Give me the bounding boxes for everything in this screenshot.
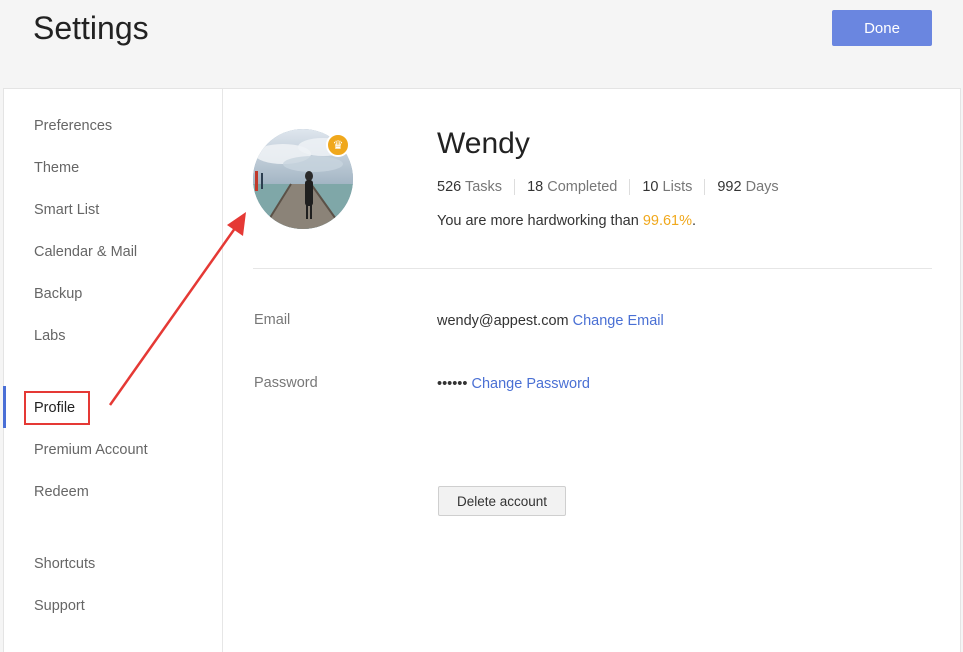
header: Settings Done — [0, 0, 963, 88]
sidebar-item-preferences[interactable]: Preferences — [34, 118, 112, 134]
done-button[interactable]: Done — [832, 10, 932, 46]
sidebar-item-redeem[interactable]: Redeem — [34, 484, 89, 500]
profile-content: ♛ Wendy 526 Tasks 18 Completed 10 Lists … — [224, 89, 960, 652]
change-email-link[interactable]: Change Email — [573, 313, 664, 329]
sidebar: Preferences Theme Smart List Calendar & … — [3, 89, 223, 652]
stat-completed: 18 Completed — [514, 179, 629, 195]
hardworking-text: You are more hardworking than 99.61%. — [437, 213, 697, 229]
user-name: Wendy — [437, 127, 530, 160]
change-password-link[interactable]: Change Password — [472, 376, 591, 392]
sidebar-item-smart-list[interactable]: Smart List — [34, 202, 99, 218]
sidebar-item-backup[interactable]: Backup — [34, 286, 82, 302]
settings-panel: Preferences Theme Smart List Calendar & … — [3, 88, 961, 652]
email-value: wendy@appest.com — [437, 313, 569, 329]
sidebar-item-premium-account[interactable]: Premium Account — [34, 442, 148, 458]
email-label: Email — [254, 312, 291, 328]
sidebar-item-calendar-mail[interactable]: Calendar & Mail — [34, 244, 137, 260]
sidebar-item-labs[interactable]: Labs — [34, 328, 65, 344]
hardworking-percent: 99.61% — [642, 213, 692, 229]
delete-account-button[interactable]: Delete account — [438, 486, 566, 516]
password-label: Password — [254, 375, 318, 391]
email-row: wendy@appest.com Change Email — [437, 313, 664, 329]
stat-lists: 10 Lists — [629, 179, 704, 195]
crown-icon: ♛ — [326, 133, 350, 157]
page-title: Settings — [33, 10, 149, 46]
stat-days: 992 Days — [704, 179, 790, 195]
divider — [253, 268, 932, 269]
sidebar-item-shortcuts[interactable]: Shortcuts — [34, 556, 95, 572]
user-stats: 526 Tasks 18 Completed 10 Lists 992 Days — [437, 179, 791, 195]
stat-tasks: 526 Tasks — [437, 179, 503, 195]
sidebar-item-support[interactable]: Support — [34, 598, 85, 614]
sidebar-item-theme[interactable]: Theme — [34, 160, 79, 176]
annotation-highlight-box — [24, 391, 90, 425]
password-value: •••••• — [437, 376, 468, 392]
password-row: •••••• Change Password — [437, 376, 590, 392]
active-indicator — [3, 386, 6, 428]
